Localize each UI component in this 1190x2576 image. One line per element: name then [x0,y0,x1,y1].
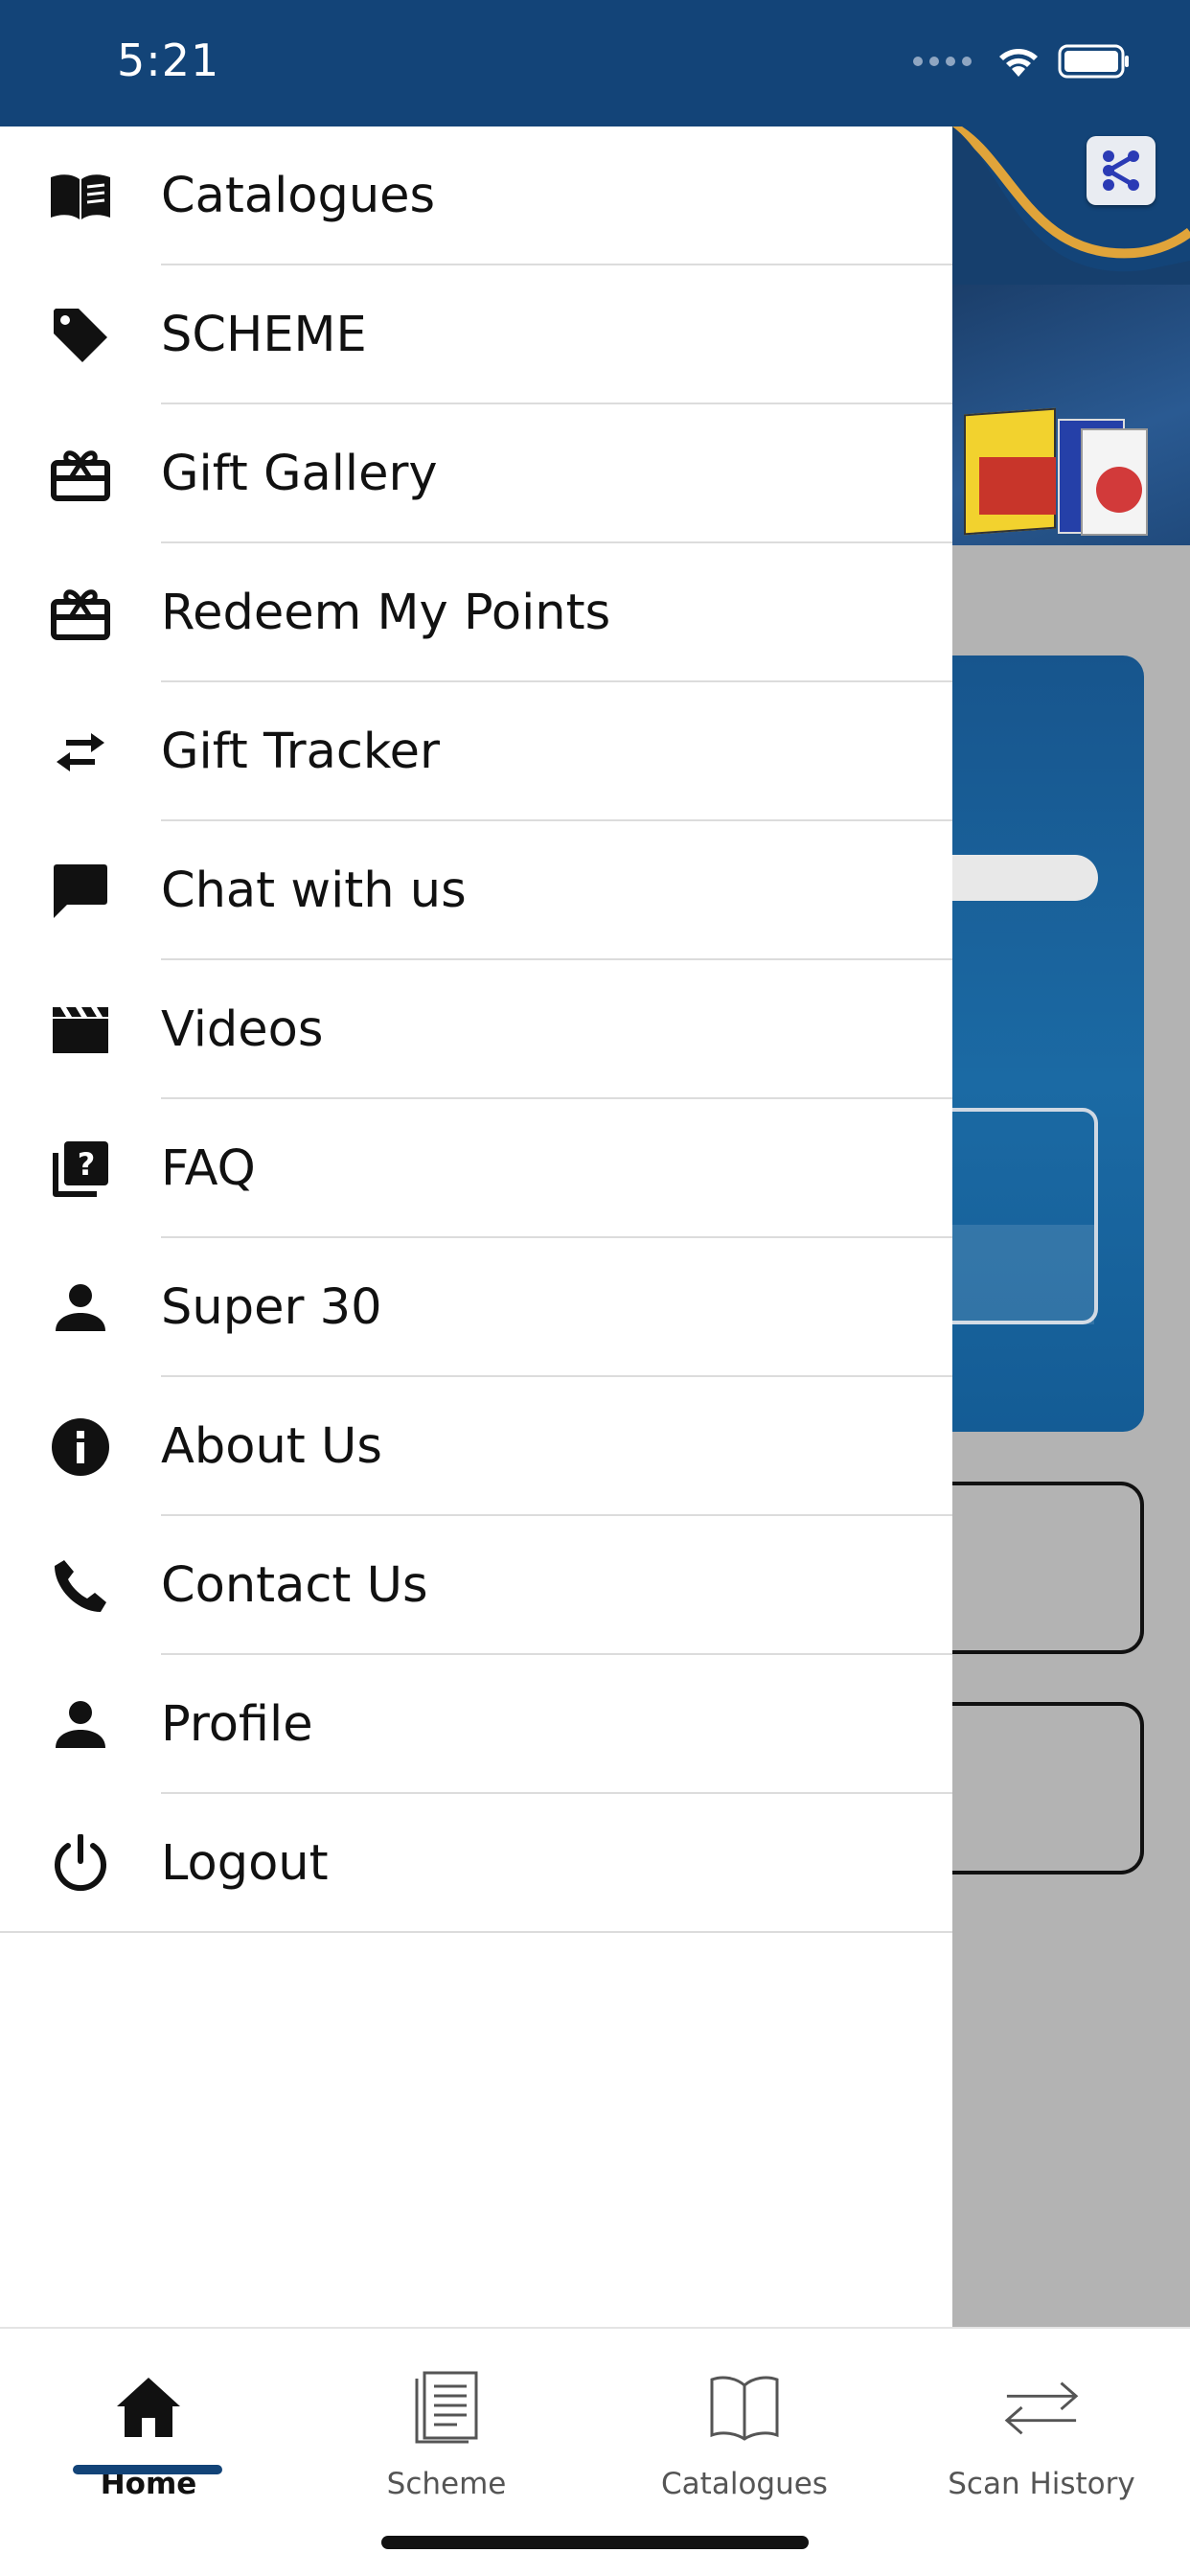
nav-tab-scan-history[interactable]: Scan History [898,2348,1185,2501]
svg-text:?: ? [78,1146,96,1183]
drawer-item-label: SCHEME [161,307,367,363]
drawer-item-gift-tracker[interactable]: Gift Tracker [0,682,952,821]
battery-icon [1058,44,1129,79]
background-card-box [952,1108,1098,1324]
swap-arrows-icon [1003,2369,1080,2446]
status-icons [913,44,1131,79]
background-button-2[interactable] [952,1702,1144,1874]
book-open-icon [48,164,113,229]
swap-arrows-icon [48,720,113,785]
drawer-item-label: About Us [161,1418,382,1475]
question-library-icon: ? [48,1137,113,1202]
clapperboard-icon [48,998,113,1063]
drawer-item-videos[interactable]: Videos [0,960,952,1099]
drawer-item-label: Videos [161,1001,324,1058]
background-header [952,126,1190,285]
nav-tab-scheme[interactable]: Scheme [303,2348,590,2501]
drawer-item-chat-with-us[interactable]: Chat with us [0,821,952,960]
drawer-item-about-us[interactable]: About Us [0,1377,952,1516]
nav-label-catalogues: Catalogues [661,2467,828,2501]
drawer-item-label: Logout [161,1835,329,1892]
background-banner[interactable] [952,285,1190,545]
gift-card-icon [48,581,113,646]
drawer-item-label: Redeem My Points [161,585,611,641]
drawer-item-label: FAQ [161,1140,256,1197]
person-icon [48,1692,113,1758]
background-progress-bar [952,855,1098,901]
drawer-item-faq[interactable]: ? FAQ [0,1099,952,1238]
nav-label-scheme: Scheme [386,2467,507,2501]
book-outline-icon [706,2369,783,2446]
background-button-1[interactable] [952,1482,1144,1654]
background-points-card [952,656,1144,1432]
active-tab-indicator [73,2465,222,2474]
info-icon [48,1414,113,1480]
drawer-item-profile[interactable]: Profile [0,1655,952,1794]
tag-icon [48,303,113,368]
wifi-icon [999,49,1038,77]
drawer-item-super-30[interactable]: Super 30 [0,1238,952,1377]
home-icon [110,2369,187,2446]
drawer-item-label: Gift Tracker [161,724,440,780]
person-icon [48,1276,113,1341]
drawer-item-scheme[interactable]: SCHEME [0,265,952,404]
home-indicator-bar[interactable] [381,2536,809,2549]
drawer-item-contact-us[interactable]: Contact Us [0,1516,952,1655]
nav-tab-home[interactable]: Home [5,2348,292,2501]
brand-logo [1087,136,1156,205]
drawer-item-label: Gift Gallery [161,446,438,502]
drawer-item-label: Super 30 [161,1279,382,1336]
signal-dots-icon [913,57,972,66]
drawer-item-logout[interactable]: Logout [0,1794,952,1933]
nav-label-scan-history: Scan History [948,2467,1135,2501]
drawer-item-label: Catalogues [161,168,436,224]
drawer-item-redeem-my-points[interactable]: Redeem My Points [0,543,952,682]
product-cable-coil [1096,467,1142,513]
drawer-item-catalogues[interactable]: Catalogues [0,126,952,265]
document-icon [408,2369,485,2446]
product-box-red-stripe [979,457,1056,515]
status-bar: 5:21 [0,0,1190,126]
drawer-item-gift-gallery[interactable]: Gift Gallery [0,404,952,543]
drawer-item-label: Chat with us [161,862,467,919]
drawer-item-label: Profile [161,1696,313,1753]
chat-icon [48,859,113,924]
status-time: 5:21 [117,34,220,86]
power-icon [48,1831,113,1897]
nav-tab-catalogues[interactable]: Catalogues [601,2348,888,2501]
phone-icon [48,1553,113,1619]
navigation-drawer: Catalogues SCHEME Gift Gallery Redeem My… [0,126,952,2327]
drawer-item-label: Contact Us [161,1557,428,1614]
gift-card-icon [48,442,113,507]
